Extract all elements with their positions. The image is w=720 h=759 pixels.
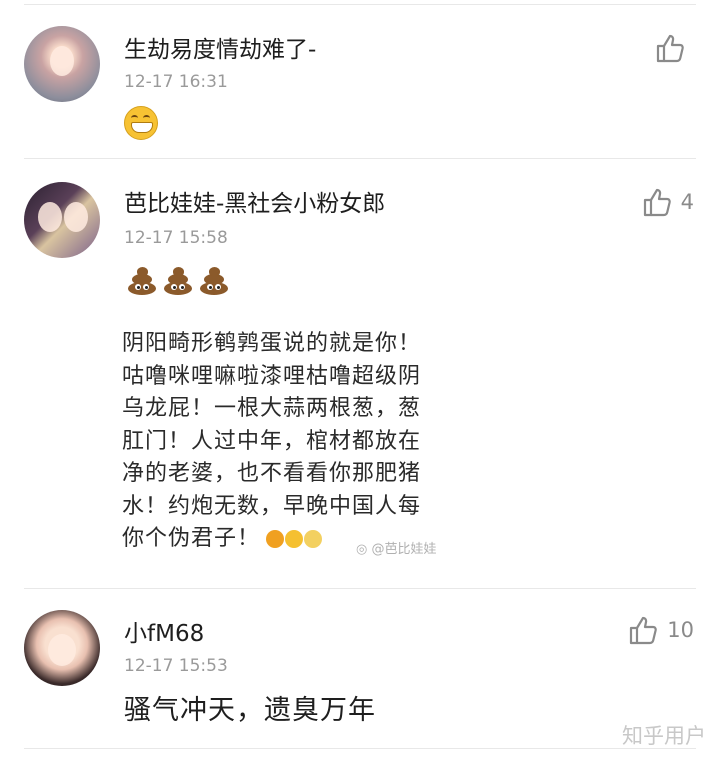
comment-timestamp: 12-17 16:31: [124, 72, 228, 92]
comment-timestamp: 12-17 15:53: [124, 656, 228, 676]
pile-of-poo-icon: [126, 266, 158, 296]
like-count: 4: [680, 190, 694, 214]
avatar[interactable]: [24, 26, 100, 102]
thumbs-up-icon: [656, 34, 684, 63]
like-count: 10: [667, 618, 694, 642]
comment-item: 小fM68 12-17 15:53 10 骚气冲天，遗臭万年: [0, 590, 720, 750]
quote-line: 净的老婆，也不看看你那肥猪: [122, 461, 422, 486]
grinning-face-emoji: [124, 106, 158, 140]
comment-timestamp: 12-17 15:58: [124, 228, 228, 248]
avatar[interactable]: [24, 610, 100, 686]
comment-item: 生劫易度情劫难了- 12-17 16:31: [0, 8, 720, 158]
pile-of-poo-icon: [162, 266, 194, 296]
comment-text: 骚气冲天，遗臭万年: [124, 695, 376, 726]
zhihu-watermark: 知乎用户: [622, 724, 706, 748]
comment-divider: [24, 748, 696, 749]
angry-face-emojis: [266, 530, 323, 548]
pile-of-poo-emojis: [126, 266, 230, 296]
quote-line: 肛门！人过中年，棺材都放在: [122, 428, 422, 454]
like-button[interactable]: 10: [627, 614, 694, 646]
top-divider: [24, 4, 696, 5]
like-button[interactable]: [654, 32, 694, 64]
comment-author-name[interactable]: 小fM68: [124, 614, 204, 648]
pile-of-poo-icon: [198, 266, 230, 296]
quote-line-text: 你个伪君子！: [122, 526, 261, 551]
thumbs-up-icon: [643, 188, 671, 217]
quote-line: 乌龙屁！一根大蒜两根葱，葱: [122, 396, 422, 421]
quote-line: 水！约炮无数，早晚中国人每: [122, 493, 422, 519]
quote-line: 阴阳畸形鹌鹑蛋说的就是你！: [122, 331, 422, 356]
comment-divider: [24, 158, 696, 159]
weibo-watermark-text: @芭比娃娃: [371, 542, 437, 557]
avatar[interactable]: [24, 182, 100, 258]
like-button[interactable]: 4: [641, 186, 694, 218]
comment-divider: [24, 588, 696, 589]
weibo-watermark: ◎ @芭比娃娃: [356, 542, 437, 557]
comment-item: 芭比娃娃-黑社会小粉女郎 12-17 15:58 4 阴阳畸形鹌鹑蛋说的就是你！…: [0, 160, 720, 586]
thumbs-up-icon: [630, 616, 658, 645]
quote-line: 咕噜咪哩嘛啦漆哩枯噜超级阴: [122, 363, 422, 389]
comment-author-name[interactable]: 生劫易度情劫难了-: [124, 30, 316, 64]
quoted-image-text[interactable]: 阴阳畸形鹌鹑蛋说的就是你！ 咕噜咪哩嘛啦漆哩枯噜超级阴 乌龙屁！一根大蒜两根葱，…: [122, 328, 452, 568]
comment-author-name[interactable]: 芭比娃娃-黑社会小粉女郎: [124, 184, 385, 218]
